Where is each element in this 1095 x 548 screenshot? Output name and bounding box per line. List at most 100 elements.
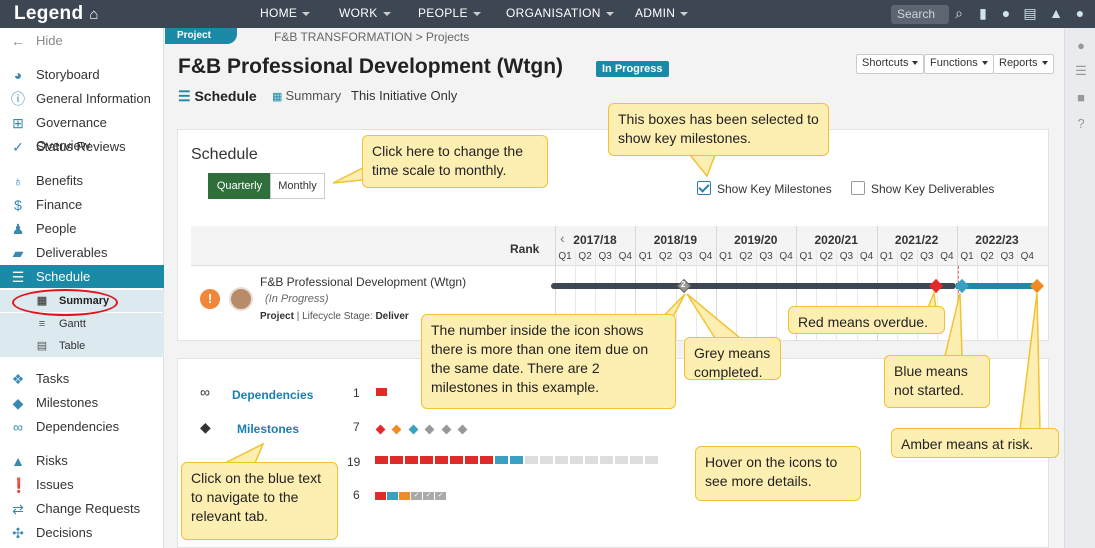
gantt-quarter-label: Q1 bbox=[960, 251, 974, 262]
tab-schedule[interactable]: ☰ Schedule bbox=[178, 88, 257, 105]
status-badge: In Progress bbox=[596, 61, 669, 77]
left-sidebar: ← Hide ◕ Storyboard ⓘ General Information ⊞… bbox=[0, 28, 164, 548]
deliverable-status-cell[interactable] bbox=[450, 456, 463, 464]
gantt-quarter-label: Q4 bbox=[699, 251, 713, 262]
monthly-button[interactable]: Monthly bbox=[270, 173, 325, 199]
bookmark-icon[interactable]: ▮ bbox=[975, 5, 991, 21]
sidebar-item-governance-overview[interactable]: ⊞ Governance Overview bbox=[0, 111, 164, 153]
comment-icon[interactable]: ● bbox=[1073, 38, 1089, 54]
dependencies-link[interactable]: Dependencies bbox=[232, 388, 313, 402]
grid-icon: ▦ bbox=[272, 91, 286, 103]
sidebar-item-dependencies[interactable]: ∞ Dependencies bbox=[0, 415, 164, 438]
chevron-down-icon bbox=[302, 11, 311, 16]
home-icon[interactable]: ⌂ bbox=[89, 6, 98, 23]
functions-button[interactable]: Functions bbox=[924, 54, 994, 74]
sidebar-sub-gantt[interactable]: ≡ Gantt bbox=[0, 313, 164, 335]
tab-summary[interactable]: ▦ Summary bbox=[272, 88, 341, 103]
sidebar-item-risks[interactable]: ▲ Risks bbox=[0, 449, 164, 472]
list-icon[interactable]: ☰ bbox=[1073, 63, 1089, 79]
deliverable-status-cell[interactable] bbox=[465, 456, 478, 464]
status-cell-complete[interactable]: ✓ bbox=[435, 492, 446, 500]
gantt-quarter-divider bbox=[1017, 250, 1019, 341]
deliverable-status-cell[interactable] bbox=[585, 456, 598, 464]
sidebar-item-change-requests[interactable]: ⇄ Change Requests bbox=[0, 497, 164, 520]
status-cell-complete[interactable]: ✓ bbox=[411, 492, 422, 500]
tab-this-initiative-only[interactable]: This Initiative Only bbox=[351, 88, 457, 103]
tasks-count: 6 bbox=[353, 488, 360, 502]
gantt-row-name[interactable]: F&B Professional Development (Wtgn) bbox=[260, 275, 466, 289]
search-icon[interactable]: ⌕ bbox=[951, 5, 967, 21]
callout-red: Red means overdue. bbox=[788, 306, 945, 334]
deliverable-status-cell[interactable] bbox=[480, 456, 493, 464]
show-key-milestones-checkbox[interactable] bbox=[697, 181, 711, 195]
chevron-down-icon bbox=[981, 61, 988, 66]
gantt-quarter-divider bbox=[997, 250, 999, 341]
deliverable-status-cell[interactable] bbox=[525, 456, 538, 464]
chat-icon[interactable]: ● bbox=[998, 5, 1014, 21]
document-icon[interactable]: ▤ bbox=[1022, 5, 1038, 21]
status-cell[interactable] bbox=[399, 492, 410, 500]
deliverable-status-cell[interactable] bbox=[435, 456, 448, 464]
gantt-quarter-label: Q4 bbox=[1020, 251, 1034, 262]
deliverable-status-cell[interactable] bbox=[645, 456, 658, 464]
sidebar-item-people[interactable]: ♟ People bbox=[0, 217, 164, 240]
deliverable-status-cell[interactable] bbox=[630, 456, 643, 464]
sidebar-sub-table[interactable]: ▤ Table bbox=[0, 335, 164, 357]
help-icon[interactable]: ? bbox=[1073, 116, 1089, 132]
gantt-quarter-label: Q3 bbox=[759, 251, 773, 262]
deliverable-status-cell[interactable] bbox=[420, 456, 433, 464]
logo[interactable]: Legend ⌂ bbox=[14, 3, 99, 25]
nav-people[interactable]: PEOPLE bbox=[418, 6, 481, 20]
timeline-bar-completed bbox=[551, 283, 956, 289]
sidebar-item-tasks[interactable]: ❖ Tasks bbox=[0, 367, 164, 390]
deliverable-status-cell[interactable] bbox=[405, 456, 418, 464]
sidebar-item-issues[interactable]: ❗ Issues bbox=[0, 473, 164, 496]
sidebar-item-finance[interactable]: $ Finance bbox=[0, 193, 164, 216]
nav-organisation[interactable]: ORGANISATION bbox=[506, 6, 614, 20]
show-key-deliverables-checkbox[interactable] bbox=[851, 181, 865, 195]
user-icon[interactable]: ● bbox=[1072, 5, 1088, 21]
sidebar-item-milestones[interactable]: ◆ Milestones bbox=[0, 391, 164, 414]
breadcrumb[interactable]: F&B TRANSFORMATION > Projects bbox=[274, 30, 469, 44]
rank-column-header[interactable]: Rank bbox=[510, 242, 539, 256]
sidebar-item-status-reviews[interactable]: ✓ Status Reviews bbox=[0, 135, 164, 158]
alert-icon[interactable]: ! bbox=[200, 289, 220, 309]
sidebar-item-decisions[interactable]: ✣ Decisions bbox=[0, 521, 164, 544]
sidebar-item-schedule[interactable]: ☰ Schedule bbox=[0, 265, 164, 288]
status-cell[interactable] bbox=[375, 492, 386, 500]
quarterly-button[interactable]: Quarterly bbox=[208, 173, 271, 199]
chevron-down-icon bbox=[605, 11, 614, 16]
gantt-quarter-divider bbox=[756, 250, 757, 341]
status-cell[interactable] bbox=[387, 492, 398, 500]
nav-admin[interactable]: ADMIN bbox=[635, 6, 689, 20]
avatar[interactable] bbox=[229, 287, 253, 311]
sidebar-item-benefits[interactable]: ♁ Benefits bbox=[0, 169, 164, 192]
gantt-year-label: 2018/19 bbox=[653, 233, 698, 247]
status-cell-complete[interactable]: ✓ bbox=[423, 492, 434, 500]
shortcuts-button[interactable]: Shortcuts bbox=[856, 54, 925, 74]
search-input[interactable]: Search bbox=[891, 5, 949, 24]
hide-sidebar-button[interactable]: ← Hide bbox=[0, 29, 164, 52]
lock-icon[interactable]: ■ bbox=[1073, 90, 1089, 106]
bell-icon[interactable]: ▲ bbox=[1048, 5, 1064, 21]
diamond-icon: ◆ bbox=[200, 419, 211, 435]
deliverable-status-cell[interactable] bbox=[495, 456, 508, 464]
status-cell[interactable] bbox=[376, 388, 387, 396]
nav-work[interactable]: WORK bbox=[339, 6, 391, 20]
reports-button[interactable]: Reports bbox=[993, 54, 1054, 74]
deliverable-status-cell[interactable] bbox=[540, 456, 553, 464]
milestones-link[interactable]: Milestones bbox=[237, 422, 299, 436]
deliverable-status-cell[interactable] bbox=[390, 456, 403, 464]
sidebar-item-storyboard[interactable]: ◕ Storyboard bbox=[0, 63, 164, 86]
deliverable-status-cell[interactable] bbox=[600, 456, 613, 464]
deliverable-status-cell[interactable] bbox=[570, 456, 583, 464]
highlight-ellipse bbox=[12, 289, 118, 316]
deliverable-status-cell[interactable] bbox=[615, 456, 628, 464]
sidebar-item-deliverables[interactable]: ▰ Deliverables bbox=[0, 241, 164, 264]
deliverable-status-cell[interactable] bbox=[375, 456, 388, 464]
nav-home[interactable]: HOME bbox=[260, 6, 311, 20]
sidebar-item-general-information[interactable]: ⓘ General Information bbox=[0, 87, 164, 110]
deliverable-status-cell[interactable] bbox=[555, 456, 568, 464]
deliverable-status-cell[interactable] bbox=[510, 456, 523, 464]
check-icon: ✓ bbox=[12, 139, 24, 155]
